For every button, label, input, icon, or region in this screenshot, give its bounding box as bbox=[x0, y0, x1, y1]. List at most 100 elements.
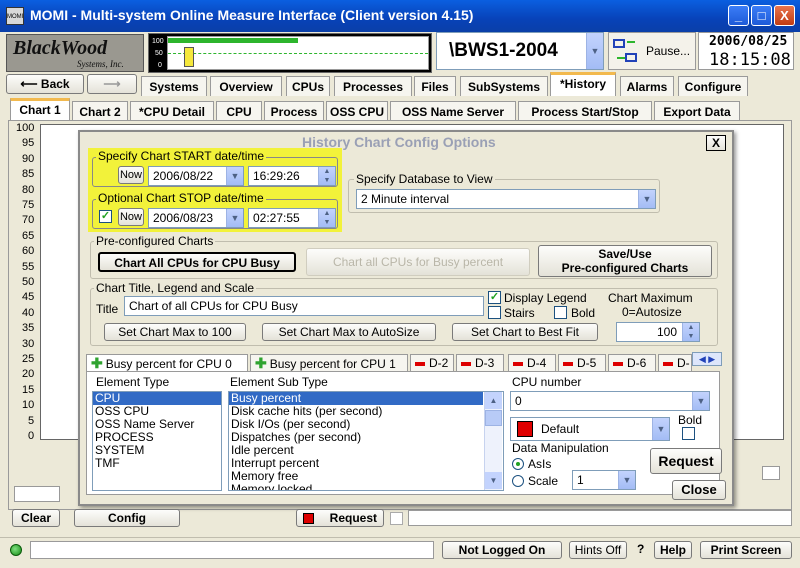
tab-files[interactable]: Files bbox=[414, 76, 456, 96]
chart-all-busy-percent-button[interactable]: Chart all CPUs for Busy percent bbox=[306, 248, 530, 276]
chart-title-input[interactable]: Chart of all CPUs for CPU Busy bbox=[124, 296, 484, 316]
chart-tab-cpu[interactable]: CPU bbox=[216, 101, 262, 121]
color-select[interactable]: Default ▼ bbox=[510, 417, 670, 441]
chart-tab-osscpu[interactable]: OSS CPU bbox=[326, 101, 388, 121]
help-button[interactable]: Help bbox=[654, 541, 692, 559]
asis-radio[interactable] bbox=[512, 458, 524, 470]
request-button[interactable]: Request bbox=[296, 509, 384, 527]
set-max-100-button[interactable]: Set Chart Max to 100 bbox=[104, 323, 246, 341]
logo-text: BlackWood bbox=[13, 37, 108, 59]
tab-cpus[interactable]: CPUs bbox=[286, 76, 330, 96]
set-best-fit-button[interactable]: Set Chart to Best Fit bbox=[452, 323, 598, 341]
scroll-up-icon[interactable]: ▲ bbox=[485, 392, 502, 409]
database-select[interactable]: 2 Minute interval ▼ bbox=[356, 189, 656, 209]
dialog-close-button[interactable]: X bbox=[706, 135, 726, 151]
element-sub-type-list[interactable]: Busy percent Disk cache hits (per second)… bbox=[228, 391, 504, 491]
dialog-close-btn[interactable]: Close bbox=[672, 480, 726, 500]
hints-toggle-button[interactable]: Hints Off bbox=[569, 541, 627, 559]
tab-history[interactable]: *History bbox=[550, 72, 616, 96]
scale-radio[interactable] bbox=[512, 475, 524, 487]
login-status-button[interactable]: Not Logged On bbox=[442, 541, 562, 559]
save-use-preconf-button[interactable]: Save/Use Pre-configured Charts bbox=[538, 245, 712, 277]
chevron-down-icon[interactable]: ▼ bbox=[652, 418, 669, 440]
close-window-button[interactable]: X bbox=[774, 5, 795, 26]
tab-alarms[interactable]: Alarms bbox=[620, 76, 674, 96]
series-tab[interactable]: ✚ Busy percent for CPU 0 bbox=[86, 354, 248, 372]
series-bold-checkbox[interactable] bbox=[682, 427, 695, 440]
start-now-button[interactable]: Now bbox=[118, 166, 144, 184]
scroll-thumb[interactable] bbox=[485, 410, 502, 426]
series-tab-scroll[interactable]: ◀ ▶ bbox=[692, 352, 722, 366]
element-type-item[interactable]: TMF bbox=[93, 457, 221, 470]
status-message bbox=[30, 541, 434, 559]
config-button[interactable]: Config bbox=[74, 509, 180, 527]
chevron-down-icon[interactable]: ▼ bbox=[226, 209, 243, 227]
start-label: Specify Chart START date/time bbox=[96, 149, 267, 163]
minimize-button[interactable]: _ bbox=[728, 5, 749, 26]
help-question-icon[interactable]: ? bbox=[637, 542, 644, 556]
chart-tab-exportdata[interactable]: Export Data bbox=[654, 101, 740, 121]
spinner-icon[interactable]: ▲ ▼ bbox=[682, 323, 699, 341]
spinner-icon[interactable]: ▲ ▼ bbox=[318, 167, 335, 185]
stop-label: Optional Chart STOP date/time bbox=[96, 191, 266, 205]
spinner-icon[interactable]: ▲ ▼ bbox=[318, 209, 335, 227]
element-type-list[interactable]: CPU OSS CPU OSS Name Server PROCESS SYSTEM TM… bbox=[92, 391, 222, 491]
bold-checkbox[interactable] bbox=[554, 306, 567, 319]
chevron-down-icon[interactable]: ▼ bbox=[586, 33, 603, 69]
tab-subsystems[interactable]: SubSystems bbox=[460, 76, 548, 96]
stop-time-field[interactable]: 02:27:55 ▲ ▼ bbox=[248, 208, 336, 228]
chart-tab-chart1[interactable]: Chart 1 bbox=[10, 98, 70, 121]
stop-now-button[interactable]: Now bbox=[118, 208, 144, 226]
start-time-field[interactable]: 16:29:26 ▲ ▼ bbox=[248, 166, 336, 186]
chart-tab-cpudetail[interactable]: *CPU Detail bbox=[130, 101, 214, 121]
element-sub-type-item[interactable]: Memory locked bbox=[229, 483, 483, 491]
stop-date-field[interactable]: 2006/08/23 ▼ bbox=[148, 208, 244, 228]
series-tab[interactable]: D-2 bbox=[410, 354, 454, 372]
chart-tab-processstartstop[interactable]: Process Start/Stop bbox=[518, 101, 652, 121]
display-legend-checkbox[interactable]: ✓ bbox=[488, 291, 501, 304]
chart-hscroll[interactable] bbox=[14, 486, 60, 502]
tab-systems[interactable]: Systems bbox=[141, 76, 207, 96]
series-tab-label: D-6 bbox=[627, 356, 647, 370]
dialog-request-button[interactable]: Request bbox=[650, 448, 722, 474]
series-tab-label: D-2 bbox=[429, 356, 449, 370]
chevron-down-icon[interactable]: ▼ bbox=[638, 190, 655, 208]
stop-enable-checkbox[interactable]: ✓ bbox=[99, 210, 112, 223]
chart-max-input[interactable]: 100 ▲ ▼ bbox=[616, 322, 700, 342]
series-tab[interactable]: D-6 bbox=[608, 354, 656, 372]
series-color-icon bbox=[663, 361, 673, 366]
cpu-number-select[interactable]: 0 ▼ bbox=[510, 391, 710, 411]
print-screen-button[interactable]: Print Screen bbox=[700, 541, 792, 559]
tab-processes[interactable]: Processes bbox=[334, 76, 412, 96]
chevron-down-icon[interactable]: ▼ bbox=[226, 167, 243, 185]
forward-button[interactable]: ⟶ bbox=[87, 74, 137, 94]
sub-type-scrollbar[interactable]: ▲ ▼ bbox=[484, 392, 502, 490]
tab-overview[interactable]: Overview bbox=[210, 76, 282, 96]
pause-button[interactable]: Pause... bbox=[608, 32, 696, 70]
back-button[interactable]: ⟵ Back bbox=[6, 74, 84, 94]
clear-button[interactable]: Clear bbox=[12, 509, 60, 527]
chevron-down-icon[interactable]: ▼ bbox=[692, 392, 709, 410]
stairs-checkbox[interactable] bbox=[488, 306, 501, 319]
series-tab[interactable]: D-4 bbox=[508, 354, 556, 372]
system-select[interactable]: \BWS1-2004 ▼ bbox=[436, 32, 604, 70]
chart-tab-ossnameserver[interactable]: OSS Name Server bbox=[390, 101, 516, 121]
chart-tab-chart2[interactable]: Chart 2 bbox=[72, 101, 128, 121]
series-tab[interactable]: D-3 bbox=[456, 354, 504, 372]
series-tab[interactable]: D-5 bbox=[558, 354, 606, 372]
chart-scroll[interactable] bbox=[762, 466, 780, 480]
tab-configure[interactable]: Configure bbox=[678, 76, 748, 96]
chevron-down-icon[interactable]: ▼ bbox=[618, 471, 635, 489]
series-color-icon bbox=[613, 361, 623, 366]
chart-tab-process[interactable]: Process bbox=[264, 101, 324, 121]
maximize-button[interactable]: □ bbox=[751, 5, 772, 26]
request-checkbox[interactable] bbox=[390, 512, 403, 525]
chart-all-cpus-busy-button[interactable]: Chart All CPUs for CPU Busy bbox=[98, 252, 296, 272]
set-max-autosize-button[interactable]: Set Chart Max to AutoSize bbox=[262, 323, 436, 341]
start-date-field[interactable]: 2006/08/22 ▼ bbox=[148, 166, 244, 186]
series-tab[interactable]: D- bbox=[658, 354, 692, 372]
scroll-down-icon[interactable]: ▼ bbox=[485, 472, 502, 489]
scale-select[interactable]: 1 ▼ bbox=[572, 470, 636, 490]
series-tab-label: D-3 bbox=[475, 356, 495, 370]
series-tab[interactable]: ✚ Busy percent for CPU 1 bbox=[250, 354, 408, 372]
